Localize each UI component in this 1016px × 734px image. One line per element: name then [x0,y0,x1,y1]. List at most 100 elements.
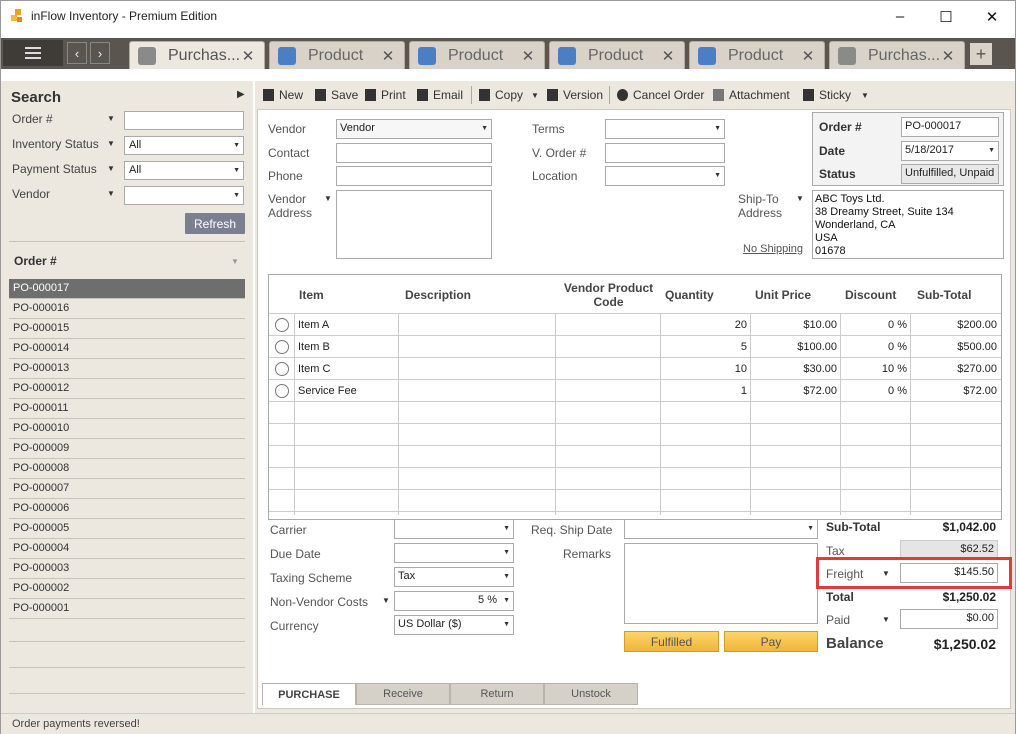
order-list-item[interactable]: PO-000006 [9,499,245,519]
grid-cell-subtotal[interactable]: $72.00 [914,380,997,402]
grid-cell-vendor-code[interactable] [559,336,657,358]
non-vendor-costs-input[interactable]: 5 % ▼ [394,591,514,611]
v-order-input[interactable] [605,143,725,163]
order-list-item[interactable]: PO-000009 [9,439,245,459]
tab-4[interactable]: Product ✕ [549,41,685,69]
close-icon[interactable]: ✕ [940,47,956,65]
close-icon[interactable]: ✕ [380,47,396,65]
remarks-textarea[interactable] [624,543,818,624]
grid-cell-discount[interactable]: 0 % [844,380,907,402]
col-header-description[interactable]: Description [405,275,562,315]
bottom-tab-return[interactable]: Return [450,683,544,705]
grid-cell-description[interactable] [402,314,552,336]
payment-status-filter-icon[interactable]: ▼ [107,164,115,173]
grid-cell-description[interactable] [402,336,552,358]
fulfilled-button[interactable]: Fulfilled [624,631,719,652]
paid-dropdown-icon[interactable]: ▼ [882,615,890,624]
grid-cell-item[interactable]: Item A [298,314,395,336]
grid-cell-quantity[interactable]: 20 [664,314,747,336]
version-button[interactable]: Version [547,88,603,102]
row-select-radio[interactable] [275,318,289,332]
bottom-tab-receive[interactable]: Receive [356,683,450,705]
grid-cell-item[interactable]: Item B [298,336,395,358]
grid-cell-vendor-code[interactable] [559,358,657,380]
grid-cell-subtotal[interactable]: $200.00 [914,314,997,336]
order-no-input[interactable]: PO-000017 [901,117,999,137]
taxing-scheme-select[interactable]: Tax ▼ [394,567,514,587]
pay-button[interactable]: Pay [724,631,818,652]
grid-cell-unit-price[interactable]: $100.00 [754,336,837,358]
grid-cell-discount[interactable]: 0 % [844,314,907,336]
col-header-quantity[interactable]: Quantity [665,275,755,315]
row-select-radio[interactable] [275,340,289,354]
tab-2[interactable]: Product ✕ [269,41,405,69]
tab-1[interactable]: Purchas... ✕ [129,41,265,69]
row-select-radio[interactable] [275,384,289,398]
cancel-order-button[interactable]: Cancel Order [617,88,704,102]
grid-cell-item[interactable]: Item C [298,358,395,380]
no-shipping-link[interactable]: No Shipping [743,243,803,255]
print-button[interactable]: Print [365,88,406,102]
col-header-vendor-code[interactable]: Vendor Product Code [556,275,661,315]
new-tab-button[interactable]: + [970,43,992,65]
close-window-button[interactable]: ✕ [969,1,1015,32]
due-date-picker[interactable]: ▼ [394,543,514,563]
bottom-tab-purchase[interactable]: PURCHASE [262,683,356,705]
grid-cell-unit-price[interactable]: $72.00 [754,380,837,402]
close-icon[interactable]: ✕ [520,47,536,65]
grid-cell-quantity[interactable]: 5 [664,336,747,358]
grid-cell-description[interactable] [402,358,552,380]
location-select[interactable]: ▼ [605,166,725,186]
order-list-item[interactable]: PO-000001 [9,599,245,619]
currency-select[interactable]: US Dollar ($) ▼ [394,615,514,635]
non-vendor-costs-dropdown-icon[interactable]: ▼ [382,596,390,605]
address-type-dropdown-icon[interactable]: ▼ [324,194,332,203]
order-list-item[interactable]: PO-000016 [9,299,245,319]
close-icon[interactable]: ✕ [800,47,816,65]
close-icon[interactable]: ✕ [240,47,256,65]
grid-cell-vendor-code[interactable] [559,380,657,402]
order-list-header[interactable]: Order # ▼ [9,247,245,277]
grid-cell-discount[interactable]: 0 % [844,336,907,358]
order-list-item[interactable]: PO-000010 [9,419,245,439]
grid-cell-discount[interactable]: 10 % [844,358,907,380]
order-no-search-input[interactable] [124,111,244,130]
bottom-tab-unstock[interactable]: Unstock [544,683,638,705]
new-button[interactable]: New [263,88,303,102]
row-select-radio[interactable] [275,362,289,376]
order-list-item[interactable]: PO-000007 [9,479,245,499]
grid-cell-quantity[interactable]: 10 [664,358,747,380]
close-icon[interactable]: ✕ [660,47,676,65]
tab-6[interactable]: Purchas... ✕ [829,41,965,69]
nav-back-button[interactable]: ‹ [67,42,87,64]
col-header-subtotal[interactable]: Sub-Total [917,275,1007,315]
attachment-button[interactable]: Attachment [713,88,790,102]
inventory-status-select[interactable]: All ▼ [124,136,244,155]
save-button[interactable]: Save [315,88,358,102]
phone-input[interactable] [336,166,492,186]
order-list-item[interactable]: PO-000011 [9,399,245,419]
grid-cell-unit-price[interactable]: $30.00 [754,358,837,380]
tab-3[interactable]: Product ✕ [409,41,545,69]
sticky-button[interactable]: Sticky ▼ [803,88,869,102]
order-list-item[interactable]: PO-000012 [9,379,245,399]
vendor-address-input[interactable] [336,190,492,259]
grid-cell-unit-price[interactable]: $10.00 [754,314,837,336]
grid-cell-subtotal[interactable]: $270.00 [914,358,997,380]
grid-cell-description[interactable] [402,380,552,402]
vendor-search-select[interactable]: ▼ [124,186,244,205]
vendor-filter-icon[interactable]: ▼ [107,189,115,198]
order-list-item[interactable]: PO-000005 [9,519,245,539]
nav-forward-button[interactable]: › [90,42,110,64]
panel-collapse-icon[interactable]: ▶ [237,89,245,100]
payment-status-select[interactable]: All ▼ [124,161,244,180]
tab-5[interactable]: Product ✕ [689,41,825,69]
refresh-button[interactable]: Refresh [185,213,245,234]
req-ship-date-picker[interactable]: ▼ [624,519,818,539]
col-header-unit-price[interactable]: Unit Price [755,275,845,315]
sort-icon[interactable]: ▼ [231,257,239,266]
order-list-item[interactable]: PO-000013 [9,359,245,379]
order-list-item[interactable]: PO-000008 [9,459,245,479]
col-header-discount[interactable]: Discount [845,275,915,315]
terms-select[interactable]: ▼ [605,119,725,139]
